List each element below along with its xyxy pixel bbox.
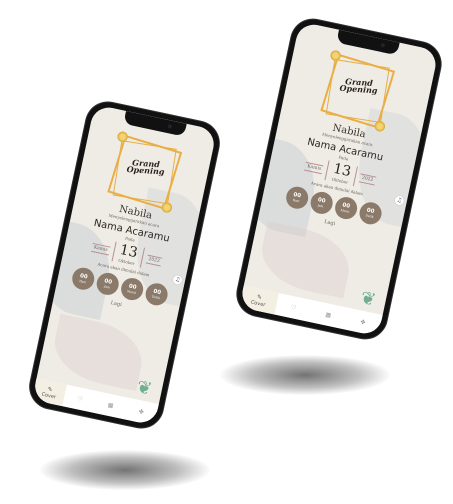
- nav-gallery[interactable]: ▦: [93, 391, 128, 419]
- countdown-seconds: 00 Detik: [357, 200, 384, 227]
- phone-shadow: [220, 355, 390, 395]
- nav-cover[interactable]: ✎ Cover: [239, 285, 279, 315]
- nav-couple[interactable]: ♡: [274, 293, 313, 322]
- gallery-icon: ▦: [107, 401, 115, 410]
- gift-icon: ✤: [359, 318, 367, 327]
- invitation-content: Grand Opening Nabila Menyelenggarakan ac…: [253, 39, 428, 308]
- year: 2022: [359, 172, 377, 185]
- grand-opening-frame: Grand Opening: [106, 129, 182, 215]
- countdown-days: 00 Hari: [283, 184, 310, 211]
- gift-icon: ✤: [138, 407, 145, 416]
- invitation-screen: Grand Opening Nabila Menyelenggarakan ac…: [31, 104, 218, 426]
- grand-opening-logo: Grand Opening: [339, 76, 378, 96]
- nav-gift[interactable]: ✤: [124, 398, 159, 426]
- phone-mockup-right: Grand Opening Nabila Menyelenggarakan ac…: [233, 15, 445, 343]
- gallery-icon: ▦: [324, 310, 332, 319]
- phone-shadow: [40, 450, 210, 490]
- countdown-hours: 00 Jam: [308, 189, 335, 216]
- grand-opening-frame: Grand Opening: [320, 48, 396, 134]
- weekday: Kamis: [304, 161, 324, 174]
- countdown-days: 00 Hari: [70, 265, 97, 292]
- countdown-hours: 00 Jam: [94, 270, 121, 297]
- countdown-minutes: 00 Menit: [332, 194, 359, 222]
- countdown-seconds: 00 Detik: [143, 281, 170, 308]
- couple-icon: ♡: [290, 303, 297, 312]
- invitation-screen: Grand Opening Nabila Menyelenggarakan ac…: [239, 21, 439, 337]
- countdown-minutes: 00 Menit: [119, 276, 146, 303]
- phone-mockup-left: Grand Opening Nabila Menyelenggarakan ac…: [26, 98, 223, 432]
- nav-gift[interactable]: ✤: [343, 308, 382, 337]
- grand-opening-logo: Grand Opening: [125, 157, 165, 177]
- couple-icon: ♡: [76, 394, 84, 403]
- nav-gallery[interactable]: ▦: [309, 300, 348, 329]
- nav-cover[interactable]: ✎ Cover: [31, 378, 68, 407]
- year: 2022: [145, 254, 163, 267]
- nav-couple[interactable]: ♡: [63, 385, 98, 413]
- weekday: Kamis: [90, 242, 111, 255]
